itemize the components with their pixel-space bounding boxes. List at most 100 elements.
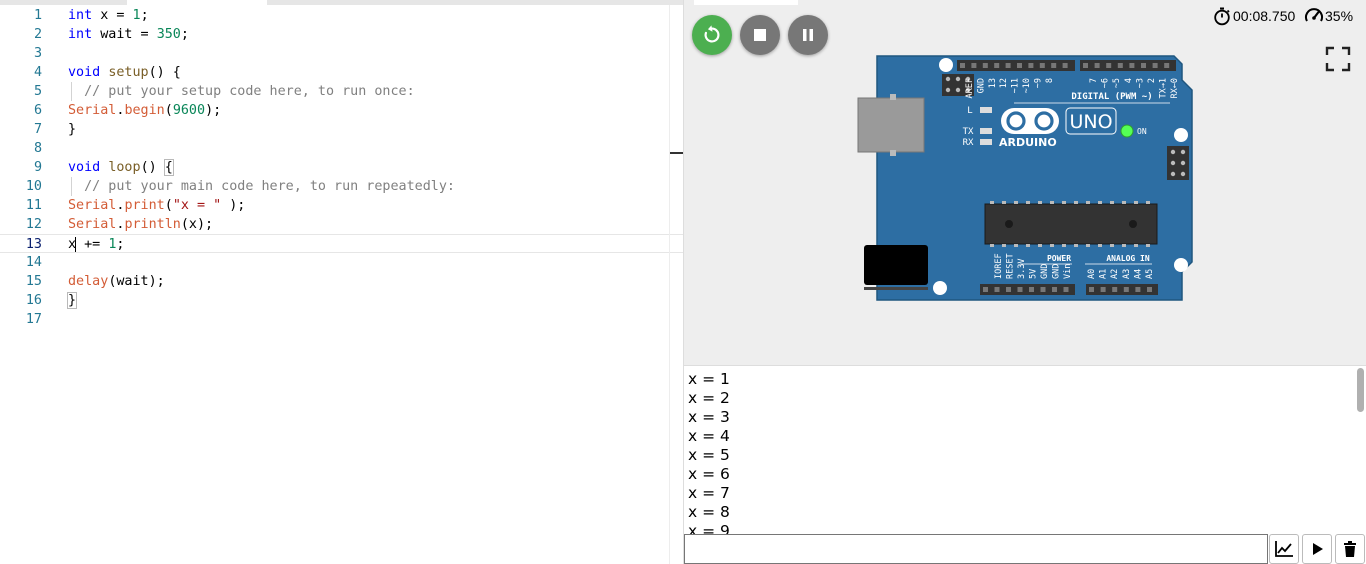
header-pin[interactable] bbox=[971, 63, 977, 68]
pin-label: GND bbox=[976, 78, 986, 93]
header-pin[interactable] bbox=[1147, 287, 1152, 292]
code-line[interactable]: 4 void setup() { bbox=[0, 63, 683, 82]
header-pin[interactable] bbox=[1112, 287, 1118, 292]
header-pin[interactable] bbox=[1017, 63, 1022, 68]
code-line[interactable]: 7} bbox=[0, 120, 683, 139]
code-text[interactable]: void loop() { bbox=[68, 158, 174, 177]
pin-label: 2 bbox=[1147, 78, 1157, 83]
header-pin[interactable] bbox=[1094, 63, 1100, 68]
file-tab[interactable] bbox=[127, 0, 267, 5]
serial-scrollbar-thumb[interactable] bbox=[1357, 368, 1364, 412]
header-pin[interactable] bbox=[1029, 287, 1034, 292]
led-l-label: L bbox=[967, 106, 972, 116]
header-pin[interactable] bbox=[1062, 63, 1068, 68]
code-text[interactable]: delay(wait); bbox=[68, 272, 165, 291]
speed-value: 35% bbox=[1325, 8, 1354, 24]
chip-pin bbox=[1146, 201, 1150, 204]
header-pin[interactable] bbox=[1040, 287, 1046, 292]
code-line[interactable]: 5 // put your setup code here, to run on… bbox=[0, 82, 683, 101]
simulator-tab[interactable] bbox=[694, 0, 798, 5]
code-line[interactable]: 10 // put your main code here, to run re… bbox=[0, 177, 683, 196]
code-line[interactable]: 8 bbox=[0, 139, 683, 158]
code-text[interactable]: Serial.print("x = " ); bbox=[68, 196, 245, 215]
header-pin[interactable] bbox=[1017, 287, 1023, 292]
code-text[interactable]: // put your main code here, to run repea… bbox=[68, 177, 455, 196]
chip-pin bbox=[1062, 201, 1066, 204]
header-pin[interactable] bbox=[1123, 287, 1129, 292]
timer-value: 00:08.750 bbox=[1233, 8, 1296, 24]
code-line[interactable]: 11 Serial.print("x = " ); bbox=[0, 196, 683, 215]
code-text[interactable]: int x = 1; bbox=[68, 6, 149, 25]
code-text[interactable]: // put your setup code here, to run once… bbox=[68, 82, 415, 101]
chip-pin bbox=[1122, 244, 1126, 247]
header-pin[interactable] bbox=[1164, 63, 1170, 68]
header-pin[interactable] bbox=[1005, 63, 1011, 68]
header-pin[interactable] bbox=[1152, 63, 1158, 68]
header-pin[interactable] bbox=[1006, 287, 1011, 292]
header-pin[interactable] bbox=[982, 63, 988, 68]
clear-button[interactable] bbox=[1335, 534, 1365, 564]
code-line[interactable]: 2 int wait = 350; bbox=[0, 25, 683, 44]
restart-button[interactable] bbox=[692, 15, 732, 55]
editor-scrollbar-track[interactable] bbox=[669, 5, 670, 564]
arduino-uno-board[interactable]: AREF GND 13 12 ~11 ~10 ~9 8 7 ~6 ~5 4 ~3 2 TX→1 RX←0 DI… bbox=[856, 54, 1206, 302]
code-text[interactable]: x += 1; bbox=[68, 235, 124, 254]
serial-line: x = 5 bbox=[688, 446, 730, 464]
serial-output[interactable]: x = 1x = 2x = 3x = 4x = 5x = 6x = 7x = 8… bbox=[684, 366, 1356, 534]
header-pin[interactable] bbox=[1052, 287, 1057, 292]
header-pin[interactable] bbox=[994, 287, 1000, 292]
code-text[interactable]: Serial.begin(9600); bbox=[68, 101, 221, 120]
code-token: delay bbox=[68, 274, 109, 289]
pin-label: A2 bbox=[1110, 269, 1120, 279]
mounting-hole bbox=[1174, 258, 1188, 272]
chip-pin bbox=[1134, 201, 1138, 204]
code-text[interactable]: int wait = 350; bbox=[68, 25, 189, 44]
header-pin[interactable] bbox=[1063, 287, 1069, 292]
code-line[interactable]: 17 bbox=[0, 310, 683, 329]
plotter-button[interactable] bbox=[1269, 534, 1299, 564]
header-pin[interactable] bbox=[1106, 63, 1112, 68]
code-line[interactable]: 13 x += 1; bbox=[0, 234, 683, 253]
code-text[interactable]: void setup() { bbox=[68, 63, 181, 82]
serial-input[interactable] bbox=[684, 534, 1268, 564]
code-text[interactable]: } bbox=[68, 120, 76, 139]
header-pin[interactable] bbox=[960, 63, 965, 68]
model-label: UNO bbox=[1069, 111, 1112, 133]
fullscreen-icon[interactable] bbox=[1325, 46, 1351, 72]
play-icon bbox=[1313, 543, 1323, 555]
line-number: 7 bbox=[33, 122, 42, 137]
header-pin[interactable] bbox=[1135, 287, 1141, 292]
header-pin[interactable] bbox=[1089, 287, 1094, 292]
header-pin[interactable] bbox=[1129, 63, 1135, 68]
header-pin[interactable] bbox=[1039, 63, 1045, 68]
header-pin[interactable] bbox=[1100, 287, 1106, 292]
chip-pin bbox=[1062, 244, 1066, 247]
code-line[interactable]: 6 Serial.begin(9600); bbox=[0, 101, 683, 120]
header-pin[interactable] bbox=[983, 287, 988, 292]
code-line[interactable]: 9 void loop() { bbox=[0, 158, 683, 177]
stop-button[interactable] bbox=[740, 15, 780, 55]
code-text[interactable]: Serial.println(x); bbox=[68, 215, 213, 234]
pin-label: 13 bbox=[988, 78, 998, 88]
code-token: int bbox=[68, 8, 93, 23]
code-line[interactable]: 3 bbox=[0, 44, 683, 63]
header-pin[interactable] bbox=[1117, 63, 1123, 68]
serial-line: x = 8 bbox=[688, 503, 730, 521]
header-pin[interactable] bbox=[1028, 63, 1034, 68]
header-pin[interactable] bbox=[1051, 63, 1057, 68]
code-line[interactable]: 14 bbox=[0, 253, 683, 272]
code-line[interactable]: 15 delay(wait); bbox=[0, 272, 683, 291]
pause-button[interactable] bbox=[788, 15, 828, 55]
header-pin[interactable] bbox=[994, 63, 1000, 68]
header-pin[interactable] bbox=[1083, 63, 1088, 68]
header-pin[interactable] bbox=[1141, 63, 1146, 68]
code-token: } bbox=[66, 292, 78, 309]
pin-label: RESET bbox=[1006, 253, 1016, 279]
chip-pin bbox=[1146, 244, 1150, 247]
code-editor[interactable]: 1 int x = 1; 2 int wait = 350; 3 4 void setup(… bbox=[0, 0, 683, 564]
code-line[interactable]: 12 Serial.println(x); bbox=[0, 215, 683, 234]
send-button[interactable] bbox=[1302, 534, 1332, 564]
code-line[interactable]: 16} bbox=[0, 291, 683, 310]
code-line[interactable]: 1 int x = 1; bbox=[0, 6, 683, 25]
code-text[interactable]: } bbox=[66, 291, 78, 310]
